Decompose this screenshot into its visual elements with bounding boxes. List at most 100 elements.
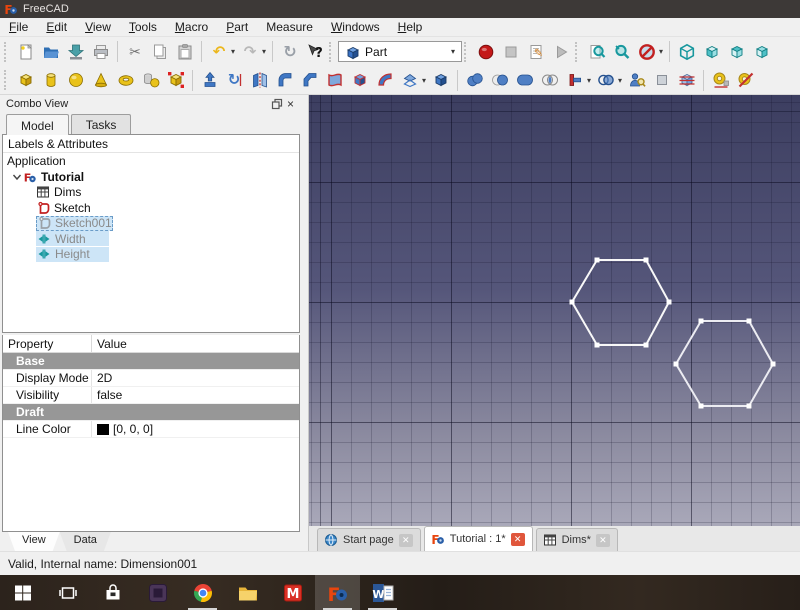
part-torus-button[interactable] (113, 68, 138, 93)
tab-view[interactable]: View (8, 532, 60, 551)
save-document-button[interactable] (63, 39, 88, 64)
make-compound-button[interactable] (462, 68, 487, 93)
copy-button[interactable] (147, 39, 172, 64)
document-tab-tutorial-1[interactable]: FTutorial : 1*✕ (424, 526, 533, 551)
close-tab-icon[interactable]: ✕ (596, 534, 610, 547)
measure-linear-button[interactable] (708, 68, 733, 93)
taskbar-start[interactable] (0, 575, 45, 610)
float-panel-icon[interactable] (271, 98, 283, 110)
document-tab-start-page[interactable]: Start page✕ (317, 528, 421, 551)
property-value[interactable]: 2D (91, 370, 299, 386)
view-front-button[interactable] (699, 39, 724, 64)
boolean-cut-button[interactable] (487, 68, 512, 93)
check-geometry-button[interactable] (624, 68, 649, 93)
vertex-marker[interactable] (771, 362, 776, 367)
taskbar-chrome[interactable] (180, 575, 225, 610)
view-axonometric-button[interactable] (674, 39, 699, 64)
mirror-button[interactable] (247, 68, 272, 93)
vertex-marker[interactable] (595, 258, 600, 263)
taskbar-file-explorer[interactable] (225, 575, 270, 610)
whats-this-button[interactable]: ? (302, 39, 327, 64)
taskbar-app-purple[interactable] (135, 575, 180, 610)
vertex-marker[interactable] (699, 404, 704, 409)
property-value[interactable]: [0, 0, 0] (91, 421, 299, 437)
draw-style-button[interactable] (634, 39, 659, 64)
vertex-marker[interactable] (747, 404, 752, 409)
menu-part[interactable]: Part (217, 18, 257, 36)
close-tab-icon[interactable]: ✕ (511, 533, 525, 546)
menu-view[interactable]: View (76, 18, 120, 36)
undo-button[interactable]: ↶ (206, 39, 231, 64)
toolbar-handle[interactable] (464, 42, 470, 62)
macro-stop-button[interactable] (498, 39, 523, 64)
dropdown-arrow-icon[interactable]: ▾ (587, 76, 591, 85)
macro-play-button[interactable] (548, 39, 573, 64)
property-group-base[interactable]: Base (3, 353, 299, 370)
vertex-marker[interactable] (674, 362, 679, 367)
boolean-union-button[interactable] (512, 68, 537, 93)
hexagon-sketch-2[interactable] (676, 321, 773, 406)
taskbar-freecad[interactable]: F (315, 575, 360, 610)
vertex-marker[interactable] (570, 300, 575, 305)
vertex-marker[interactable] (595, 343, 600, 348)
dropdown-arrow-icon[interactable]: ▾ (618, 76, 622, 85)
expander-chevron-icon[interactable] (11, 171, 23, 183)
close-panel-icon[interactable]: × (287, 97, 296, 111)
dropdown-arrow-icon[interactable]: ▾ (231, 47, 235, 56)
taskbar-mail[interactable]: M (270, 575, 315, 610)
fit-selection-button[interactable] (609, 39, 634, 64)
document-tab-dims[interactable]: Dims*✕ (536, 528, 618, 551)
vertex-marker[interactable] (644, 258, 649, 263)
tree-item-width[interactable]: Width (3, 231, 299, 247)
property-row-line-color[interactable]: Line Color[0, 0, 0] (3, 421, 299, 438)
chamfer-button[interactable] (297, 68, 322, 93)
panel-splitter[interactable] (300, 95, 308, 551)
tree-item-sketch001[interactable]: Sketch001 (3, 216, 299, 232)
defeaturing-button[interactable] (649, 68, 674, 93)
dropdown-arrow-icon[interactable]: ▾ (262, 47, 266, 56)
part-box-button[interactable] (13, 68, 38, 93)
cut-button[interactable]: ✂ (122, 39, 147, 64)
tree-application-root[interactable]: Application (3, 153, 299, 169)
part-cylinder-button[interactable] (38, 68, 63, 93)
tree-item-height[interactable]: Height (3, 247, 299, 263)
property-row-display-mode[interactable]: Display Mode2D (3, 370, 299, 387)
measure-clear-button[interactable] (733, 68, 758, 93)
macro-edit-button[interactable]: ✎ (523, 39, 548, 64)
part-primitives-button[interactable] (138, 68, 163, 93)
taskbar-store[interactable] (90, 575, 135, 610)
property-group-draft[interactable]: Draft (3, 404, 299, 421)
dropdown-arrow-icon[interactable]: ▾ (659, 47, 663, 56)
revolve-button[interactable]: ↻ (222, 68, 247, 93)
new-document-button[interactable] (13, 39, 38, 64)
part-sphere-button[interactable] (63, 68, 88, 93)
menu-help[interactable]: Help (389, 18, 432, 36)
redo-button[interactable]: ↷ (237, 39, 262, 64)
section-button[interactable] (397, 68, 422, 93)
vertex-marker[interactable] (699, 319, 704, 324)
3d-viewport[interactable] (308, 95, 800, 526)
close-tab-icon[interactable]: ✕ (399, 534, 413, 547)
cross-sections-button[interactable] (674, 68, 699, 93)
refresh-button[interactable]: ↻ (277, 39, 302, 64)
menu-tools[interactable]: Tools (120, 18, 166, 36)
taskbar-word[interactable]: W (360, 575, 405, 610)
ruled-surface-button[interactable] (322, 68, 347, 93)
sweep-button[interactable] (372, 68, 397, 93)
paste-button[interactable] (172, 39, 197, 64)
menu-file[interactable]: File (0, 18, 37, 36)
connect-objects-button[interactable] (593, 68, 618, 93)
fit-all-button[interactable] (584, 39, 609, 64)
property-value[interactable]: false (91, 387, 299, 403)
toolbar-handle[interactable] (4, 42, 10, 62)
boolean-common-button[interactable] (537, 68, 562, 93)
menu-measure[interactable]: Measure (257, 18, 322, 36)
view-top-button[interactable] (724, 39, 749, 64)
toolbar-handle[interactable] (329, 42, 335, 62)
macro-record-button[interactable] (473, 39, 498, 64)
print-button[interactable] (88, 39, 113, 64)
menu-edit[interactable]: Edit (37, 18, 76, 36)
tab-data[interactable]: Data (60, 532, 111, 551)
taskbar-task-view[interactable] (45, 575, 90, 610)
tab-model[interactable]: Model (6, 114, 69, 135)
